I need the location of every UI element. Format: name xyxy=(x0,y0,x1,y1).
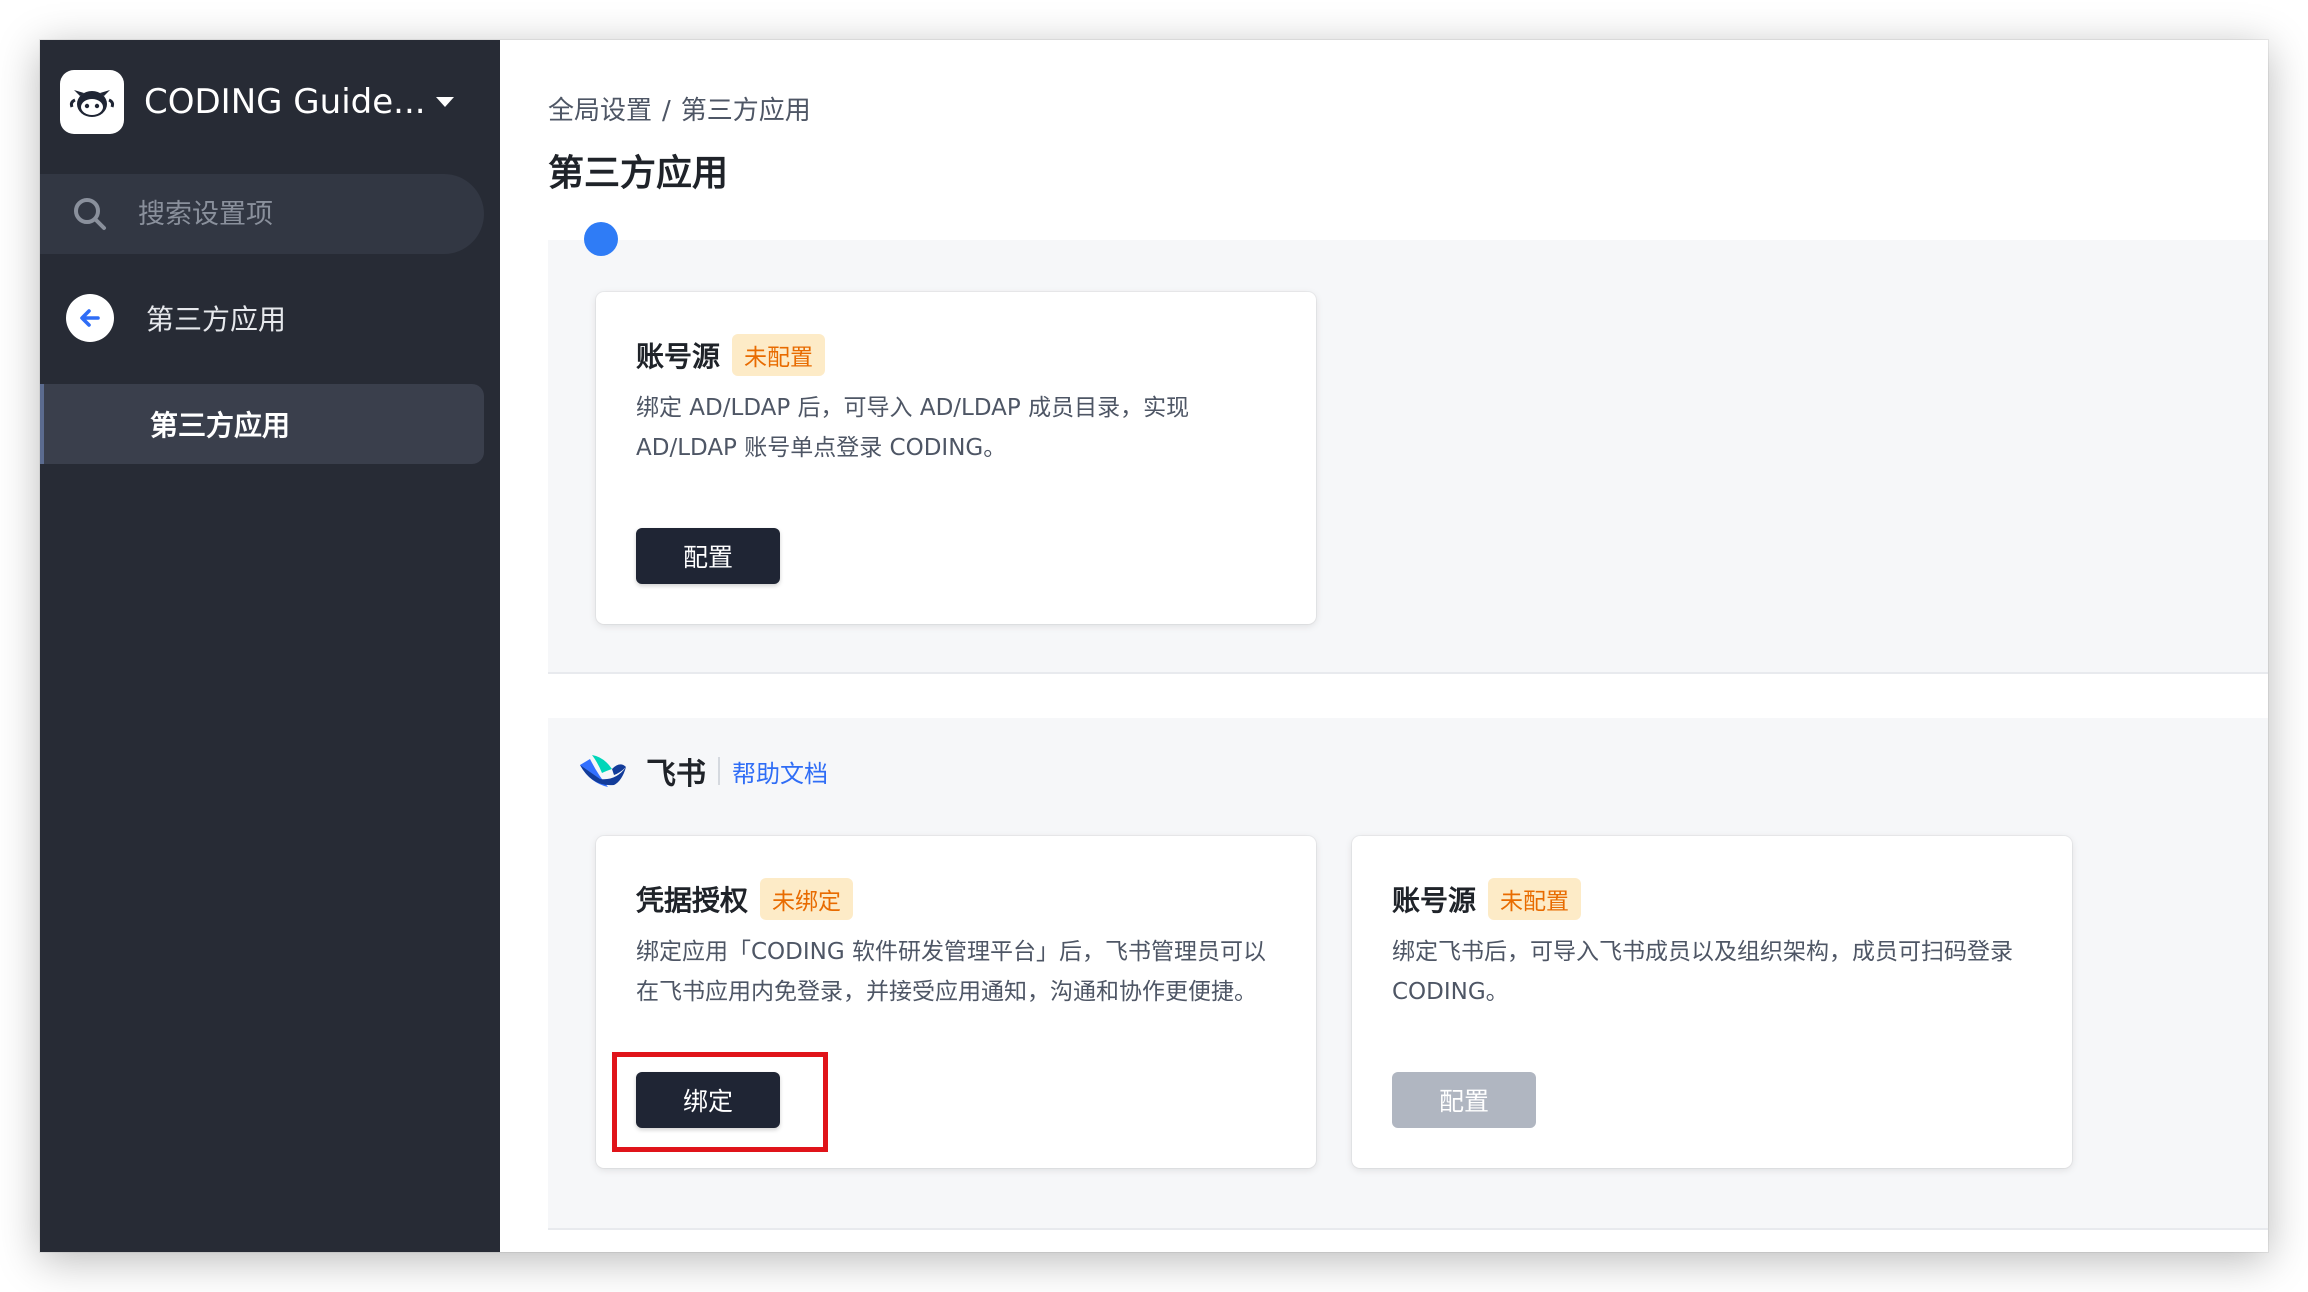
card-description: 绑定应用「CODING 软件研发管理平台」后，飞书管理员可以在飞书应用内免登录，… xyxy=(636,939,1266,1005)
ldap-section: 账号源 未配置 绑定 AD/LDAP 后，可导入 AD/LDAP 成员目录，实现… xyxy=(548,222,2268,674)
feishu-logo-icon xyxy=(580,755,626,787)
search-icon xyxy=(74,198,106,230)
feishu-configure-button[interactable]: 配置 xyxy=(1392,1072,1536,1128)
coding-logo-icon xyxy=(60,70,124,134)
help-docs-link[interactable]: 帮助文档 xyxy=(732,754,828,789)
feishu-header: 飞书 帮助文档 xyxy=(578,746,828,796)
sidebar-item-third-party-apps[interactable]: 第三方应用 xyxy=(40,384,484,464)
back-button[interactable]: 第三方应用 xyxy=(66,288,286,348)
caret-down-icon xyxy=(435,97,454,107)
settings-search xyxy=(40,174,484,254)
org-switcher[interactable]: CODING Guide... xyxy=(60,70,454,134)
main-content: 全局设置 / 第三方应用 第三方应用 账号源 未配置 绑定 AD/LDAP 后，可导… xyxy=(500,40,2268,1252)
sidebar: CODING Guide... 第三方应用 第三方应用 xyxy=(40,40,500,1252)
card-title: 账号源 xyxy=(1392,884,1477,917)
ldap-configure-button[interactable]: 配置 xyxy=(636,528,780,584)
sidebar-item-label: 第三方应用 xyxy=(150,409,291,442)
card-title: 账号源 xyxy=(636,340,721,373)
back-label: 第三方应用 xyxy=(146,303,287,336)
arrow-left-icon xyxy=(66,294,114,342)
status-badge: 未配置 xyxy=(1488,878,1582,920)
status-badge: 未配置 xyxy=(732,334,826,376)
feishu-account-source-card: 账号源 未配置 绑定飞书后，可导入飞书成员以及组织架构，成员可扫码登录 CODI… xyxy=(1352,836,2072,1168)
card-title: 凭据授权 xyxy=(636,884,749,917)
app-window: CODING Guide... 第三方应用 第三方应用 全局设置 / 第三方应用 xyxy=(40,40,2268,1252)
ldap-app-icon xyxy=(584,222,618,256)
divider xyxy=(718,757,720,785)
page-title: 第三方应用 xyxy=(548,153,729,194)
feishu-name: 飞书 xyxy=(646,757,706,792)
breadcrumb-current: 第三方应用 xyxy=(680,96,811,126)
ldap-account-source-card: 账号源 未配置 绑定 AD/LDAP 后，可导入 AD/LDAP 成员目录，实现… xyxy=(596,292,1316,624)
card-description: 绑定 AD/LDAP 后，可导入 AD/LDAP 成员目录，实现 AD/LDAP… xyxy=(636,395,1190,461)
org-name: CODING Guide... xyxy=(144,82,426,122)
breadcrumb-separator: / xyxy=(662,96,671,126)
status-badge: 未绑定 xyxy=(760,878,854,920)
feishu-bind-button[interactable]: 绑定 xyxy=(636,1072,780,1128)
breadcrumb-global-settings[interactable]: 全局设置 xyxy=(548,96,652,126)
search-input[interactable] xyxy=(136,197,460,231)
feishu-section: 飞书 帮助文档 凭据授权 未绑定 绑定应用「CODING 软件研发管理平台」后，… xyxy=(548,718,2268,1230)
card-description: 绑定飞书后，可导入飞书成员以及组织架构，成员可扫码登录 CODING。 xyxy=(1392,939,2013,1005)
feishu-credential-card: 凭据授权 未绑定 绑定应用「CODING 软件研发管理平台」后，飞书管理员可以在… xyxy=(596,836,1316,1168)
breadcrumb: 全局设置 / 第三方应用 xyxy=(548,90,811,127)
